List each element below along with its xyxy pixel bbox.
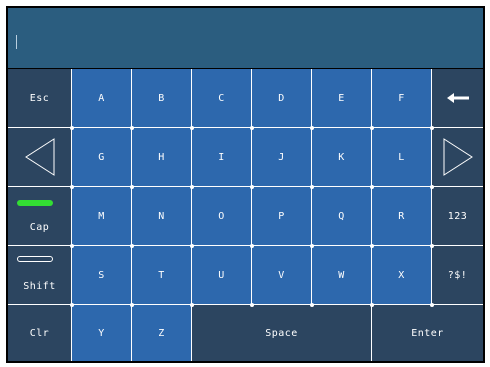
key-z[interactable]: Z bbox=[132, 305, 191, 361]
cursor-right-key[interactable] bbox=[432, 128, 483, 186]
key-x[interactable]: X bbox=[372, 246, 431, 304]
grid-dot bbox=[189, 302, 194, 307]
grid-dot bbox=[309, 184, 314, 189]
grid-dot bbox=[309, 243, 314, 248]
clear-key[interactable]: Clr bbox=[8, 305, 71, 361]
triangle-left-icon bbox=[24, 138, 54, 176]
keyboard-grid: Esc A B C D E F G H I J K L Cap M N O P … bbox=[8, 69, 483, 361]
key-i[interactable]: I bbox=[192, 128, 251, 186]
grid-dot bbox=[369, 243, 374, 248]
key-s[interactable]: S bbox=[72, 246, 131, 304]
key-m[interactable]: M bbox=[72, 187, 131, 245]
grid-dot bbox=[69, 302, 74, 307]
key-g[interactable]: G bbox=[72, 128, 131, 186]
key-p[interactable]: P bbox=[252, 187, 311, 245]
key-y[interactable]: Y bbox=[72, 305, 131, 361]
grid-dot bbox=[69, 243, 74, 248]
key-t[interactable]: T bbox=[132, 246, 191, 304]
key-e[interactable]: E bbox=[312, 69, 371, 127]
key-h[interactable]: H bbox=[132, 128, 191, 186]
keyboard-panel: Esc A B C D E F G H I J K L Cap M N O P … bbox=[6, 6, 485, 363]
grid-dot bbox=[429, 184, 434, 189]
grid-dot bbox=[429, 243, 434, 248]
key-v[interactable]: V bbox=[252, 246, 311, 304]
key-l[interactable]: L bbox=[372, 128, 431, 186]
text-cursor bbox=[16, 35, 17, 49]
grid-dot bbox=[189, 125, 194, 130]
enter-key[interactable]: Enter bbox=[372, 305, 483, 361]
shift-key[interactable]: Shift bbox=[8, 246, 71, 304]
key-r[interactable]: R bbox=[372, 187, 431, 245]
grid-dot bbox=[309, 125, 314, 130]
key-c[interactable]: C bbox=[192, 69, 251, 127]
key-u[interactable]: U bbox=[192, 246, 251, 304]
key-n[interactable]: N bbox=[132, 187, 191, 245]
grid-dot bbox=[249, 125, 254, 130]
grid-dot bbox=[429, 125, 434, 130]
key-a[interactable]: A bbox=[72, 69, 131, 127]
arrow-left-icon bbox=[446, 93, 469, 103]
cap-indicator bbox=[17, 200, 53, 206]
grid-dot bbox=[249, 243, 254, 248]
key-k[interactable]: K bbox=[312, 128, 371, 186]
key-f[interactable]: F bbox=[372, 69, 431, 127]
grid-dot bbox=[189, 243, 194, 248]
grid-dot bbox=[249, 184, 254, 189]
grid-dot bbox=[129, 302, 134, 307]
numbers-key[interactable]: 123 bbox=[432, 187, 483, 245]
key-w[interactable]: W bbox=[312, 246, 371, 304]
key-d[interactable]: D bbox=[252, 69, 311, 127]
symbols-key[interactable]: ?$! bbox=[432, 246, 483, 304]
triangle-right-icon bbox=[443, 138, 473, 176]
esc-key[interactable]: Esc bbox=[8, 69, 71, 127]
shift-indicator bbox=[17, 256, 53, 262]
grid-dot bbox=[129, 243, 134, 248]
grid-dot bbox=[129, 125, 134, 130]
key-b[interactable]: B bbox=[132, 69, 191, 127]
backspace-key[interactable] bbox=[432, 69, 483, 127]
key-o[interactable]: O bbox=[192, 187, 251, 245]
grid-dot bbox=[69, 184, 74, 189]
grid-dot bbox=[369, 125, 374, 130]
grid-dot bbox=[129, 184, 134, 189]
grid-dot bbox=[69, 125, 74, 130]
grid-dot bbox=[189, 184, 194, 189]
grid-dot bbox=[429, 302, 434, 307]
grid-dot bbox=[369, 302, 374, 307]
key-j[interactable]: J bbox=[252, 128, 311, 186]
cursor-left-key[interactable] bbox=[8, 128, 71, 186]
space-key[interactable]: Space bbox=[192, 305, 371, 361]
cap-key[interactable]: Cap bbox=[8, 187, 71, 245]
text-display[interactable] bbox=[8, 8, 483, 68]
grid-dot bbox=[369, 184, 374, 189]
grid-dot bbox=[249, 302, 254, 307]
key-q[interactable]: Q bbox=[312, 187, 371, 245]
grid-dot bbox=[309, 302, 314, 307]
